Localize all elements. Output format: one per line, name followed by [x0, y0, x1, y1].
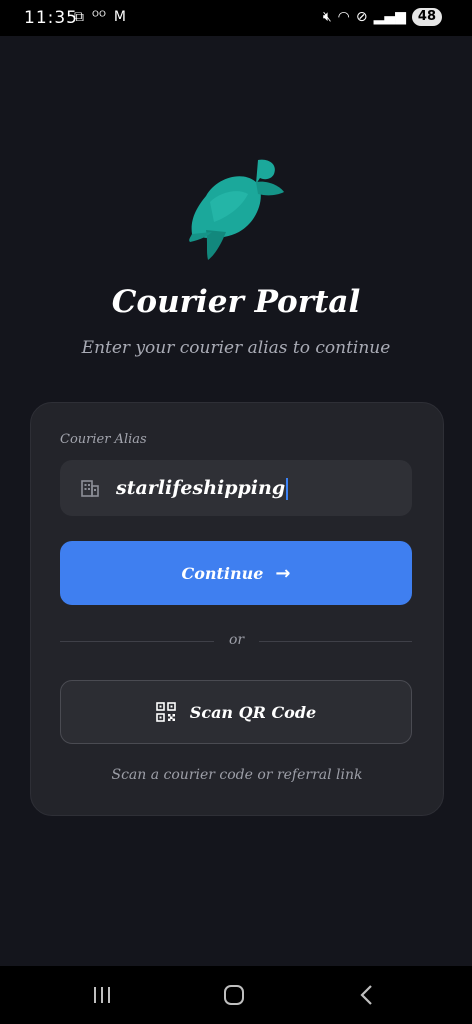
alias-input[interactable]: starlifeshipping: [60, 460, 412, 516]
page-title: Courier Portal: [111, 284, 361, 320]
scan-qr-button[interactable]: Scan QR Code: [60, 680, 412, 744]
divider-text: or: [228, 632, 245, 648]
qr-code-icon: [155, 702, 176, 722]
continue-label: Continue: [181, 563, 264, 583]
sea-turtle-icon: [189, 159, 284, 260]
home-icon[interactable]: [224, 985, 244, 1005]
page-subtitle: Enter your courier alias to continue: [81, 338, 391, 358]
arrow-right-icon: →: [275, 562, 291, 584]
status-left-icons: ⧉ ᴼᴼ M: [74, 9, 126, 25]
helper-text: Scan a courier code or referral link: [111, 767, 363, 783]
mute-icon: 🔇︎: [322, 9, 332, 25]
signal-icon: ▂▄▆: [373, 9, 406, 25]
voicemail-icon: ᴼᴼ: [92, 9, 106, 25]
alias-label: Courier Alias: [60, 432, 147, 447]
alias-value: starlifeshipping: [116, 477, 289, 500]
gmail-icon: M: [113, 9, 126, 25]
back-icon[interactable]: [358, 984, 376, 1006]
battery-indicator: 48: [411, 8, 442, 26]
continue-button[interactable]: Continue →: [60, 541, 412, 605]
wifi-icon: ◠: [337, 9, 350, 25]
status-right-icons: 🔇︎ ◠ ⊘ ▂▄▆ 48: [323, 8, 442, 26]
building-icon: [81, 480, 99, 497]
navigation-bar: [0, 966, 472, 1024]
screen-record-icon: ⧉: [74, 9, 84, 25]
status-bar: 11:35 ⧉ ᴼᴼ M 🔇︎ ◠ ⊘ ▂▄▆ 48: [0, 0, 472, 36]
scan-qr-label: Scan QR Code: [189, 702, 317, 722]
recent-apps-icon[interactable]: [92, 986, 112, 1004]
login-card: Courier Alias starlifeshipping Continue …: [30, 402, 444, 816]
dnd-icon: ⊘: [355, 9, 368, 25]
divider-right: [259, 641, 412, 642]
divider-left: [60, 641, 214, 642]
status-time: 11:35: [24, 8, 78, 28]
text-caret: [286, 477, 289, 500]
